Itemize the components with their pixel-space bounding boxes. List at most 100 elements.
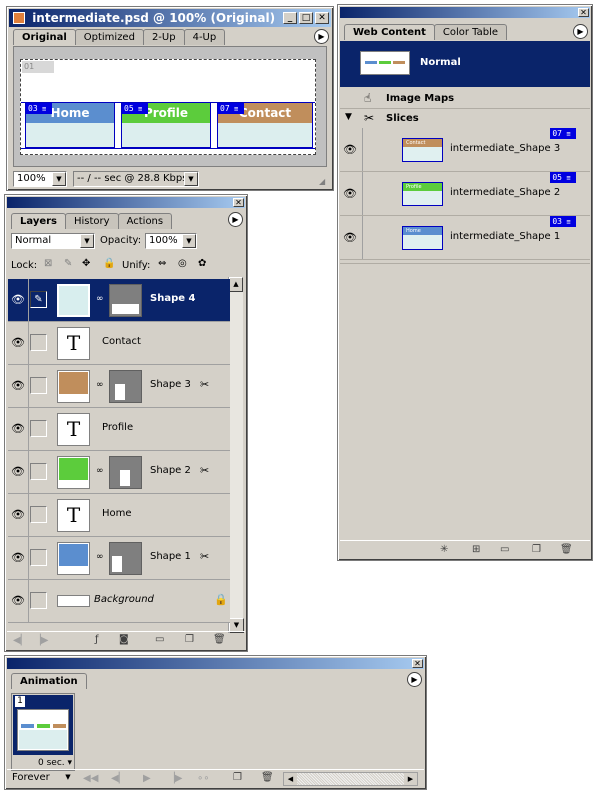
eye-icon[interactable]: 👁 (8, 451, 29, 493)
chain-link-icon[interactable]: ∞ (96, 552, 104, 562)
animation-titlebar[interactable] (7, 658, 424, 669)
eye-icon[interactable]: 👁 (8, 408, 29, 450)
prev-frame-icon[interactable]: ◀▏ (111, 773, 126, 784)
eye-icon[interactable]: 👁 (8, 279, 29, 321)
palette-menu-arrow-icon[interactable]: ▶ (407, 672, 422, 687)
lock-image-icon[interactable]: ✎ (64, 258, 72, 269)
layer-effects-icon[interactable]: ✂ (200, 464, 209, 477)
eye-icon[interactable]: 👁 (8, 537, 29, 579)
tab-web-content[interactable]: Web Content (344, 24, 435, 40)
layer-row-shape3[interactable]: 👁 ∞ Shape 3 ✂ (8, 365, 230, 408)
eye-icon[interactable]: 👁 (8, 322, 29, 364)
eye-icon[interactable]: 👁 (343, 143, 357, 156)
link-slot[interactable] (30, 463, 47, 480)
tween-icon[interactable]: ∘∘ (197, 773, 210, 784)
unify-position-icon[interactable]: ⇔ (158, 258, 166, 269)
slices-row[interactable]: ▼ ✂ Slices (340, 109, 590, 129)
prev-icon[interactable]: ◀▏ (13, 635, 28, 646)
canvas[interactable]: 01 Home 03 ≡ Profile 05 ≡ Contact 07 ≡ (20, 59, 316, 155)
chain-link-icon[interactable]: ∞ (96, 294, 104, 304)
scroll-up-icon[interactable]: ▲ (229, 277, 243, 292)
layer-style-icon[interactable]: ƒ (95, 634, 99, 645)
new-layer-icon[interactable]: ❐ (185, 634, 194, 645)
web-content-titlebar[interactable] (340, 7, 590, 18)
opacity-input[interactable]: 100% ▼ (145, 233, 197, 249)
close-button[interactable]: ✕ (315, 12, 329, 24)
play-icon[interactable]: ▶ (143, 773, 151, 784)
tab-actions[interactable]: Actions (117, 213, 173, 229)
lock-transparency-icon[interactable]: ⊠ (44, 258, 52, 269)
tab-original[interactable]: Original (13, 29, 76, 45)
close-button[interactable]: ✕ (578, 8, 589, 17)
layer-effects-icon[interactable]: ✂ (200, 378, 209, 391)
new-folder-icon[interactable]: ▭ (500, 544, 509, 555)
eye-icon[interactable]: 👁 (8, 580, 29, 622)
resize-grip-icon[interactable]: ◢ (319, 177, 329, 187)
download-time-select[interactable]: -- / -- sec @ 28.8 Kbps ▼ (73, 171, 199, 187)
eye-icon[interactable]: 👁 (343, 231, 357, 244)
link-slot[interactable] (30, 506, 47, 523)
link-slot[interactable] (30, 420, 47, 437)
loop-select[interactable]: Forever ▼ (9, 771, 75, 787)
nav-slice-home[interactable]: Home 03 ≡ (25, 102, 115, 148)
maximize-button[interactable]: □ (299, 12, 313, 24)
tab-2up[interactable]: 2-Up (142, 29, 185, 45)
eye-icon[interactable]: 👁 (8, 494, 29, 536)
trash-icon[interactable]: 🗑 (560, 544, 573, 555)
chain-link-icon[interactable]: ∞ (96, 380, 104, 390)
first-frame-icon[interactable]: ◀◀ (83, 773, 98, 784)
expand-triangle-icon[interactable]: ▼ (345, 112, 352, 122)
layer-row-shape2[interactable]: 👁 ∞ Shape 2 ✂ (8, 451, 230, 494)
frame-delay[interactable]: 0 sec. ▾ (38, 758, 72, 768)
new-rollover-icon[interactable]: ✳ (440, 544, 448, 555)
tab-4up[interactable]: 4-Up (183, 29, 226, 45)
eye-icon[interactable]: 👁 (8, 365, 29, 407)
slice-row-shape2[interactable]: 👁 Profile intermediate_Shape 2 05 ≡ (340, 172, 590, 216)
palette-menu-arrow-icon[interactable]: ▶ (573, 24, 588, 39)
chain-link-icon[interactable]: ∞ (96, 466, 104, 476)
link-slot[interactable] (30, 592, 47, 609)
slice-row-shape3[interactable]: 👁 Contact intermediate_Shape 3 07 ≡ (340, 128, 590, 172)
close-button[interactable]: ✕ (233, 198, 244, 207)
trash-icon[interactable]: 🗑 (213, 634, 226, 645)
close-button[interactable]: ✕ (412, 659, 423, 668)
tab-animation[interactable]: Animation (11, 673, 87, 689)
unify-visibility-icon[interactable]: ◎ (178, 258, 187, 269)
layers-scrollbar[interactable]: ▲ ▼ (228, 277, 244, 633)
link-slot[interactable] (30, 549, 47, 566)
new-set-icon[interactable]: ▭ (155, 634, 164, 645)
duplicate-frame-icon[interactable]: ❐ (233, 772, 242, 783)
scroll-left-icon[interactable]: ◀ (284, 773, 297, 785)
minimize-button[interactable]: _ (283, 12, 297, 24)
tab-layers[interactable]: Layers (11, 213, 66, 229)
animation-scrollbar[interactable]: ◀ ▶ (283, 772, 418, 786)
layers-titlebar[interactable] (7, 197, 245, 208)
image-maps-row[interactable]: ☝ Image Maps (340, 89, 590, 109)
link-slot[interactable] (30, 377, 47, 394)
scroll-right-icon[interactable]: ▶ (404, 773, 417, 785)
tab-color-table[interactable]: Color Table (433, 24, 508, 40)
layer-effects-icon[interactable]: ✂ (200, 550, 209, 563)
layer-row-home[interactable]: 👁 T Home (8, 494, 230, 537)
layer-row-shape1[interactable]: 👁 ∞ Shape 1 ✂ (8, 537, 230, 580)
layer-row-contact[interactable]: 👁 T Contact (8, 322, 230, 365)
new-state-icon[interactable]: ❐ (532, 544, 541, 555)
link-slot[interactable] (30, 334, 47, 351)
tab-optimized[interactable]: Optimized (74, 29, 144, 45)
zoom-select[interactable]: 100% ▼ (13, 171, 67, 187)
nav-slice-profile[interactable]: Profile 05 ≡ (121, 102, 211, 148)
layer-row-profile[interactable]: 👁 T Profile (8, 408, 230, 451)
document-menu-arrow-icon[interactable]: ▶ (314, 29, 329, 44)
next-icon[interactable]: ▕▶ (33, 635, 48, 646)
eye-icon[interactable]: 👁 (343, 187, 357, 200)
next-frame-icon[interactable]: ▕▶ (167, 773, 182, 784)
frame-1[interactable]: 1 0 sec. ▾ (11, 693, 75, 771)
layer-row-background[interactable]: 👁 Background 🔒 (8, 580, 230, 623)
brush-icon[interactable]: ✎ (30, 291, 47, 308)
slice-row-shape1[interactable]: 👁 Home intermediate_Shape 1 03 ≡ (340, 216, 590, 260)
tab-history[interactable]: History (65, 213, 119, 229)
lock-all-icon[interactable]: 🔒 (103, 258, 115, 269)
layer-row-shape4[interactable]: 👁 ✎ ∞ Shape 4 (8, 279, 230, 322)
lock-position-icon[interactable]: ✥ (82, 258, 90, 269)
new-image-map-icon[interactable]: ⊞ (472, 544, 480, 555)
